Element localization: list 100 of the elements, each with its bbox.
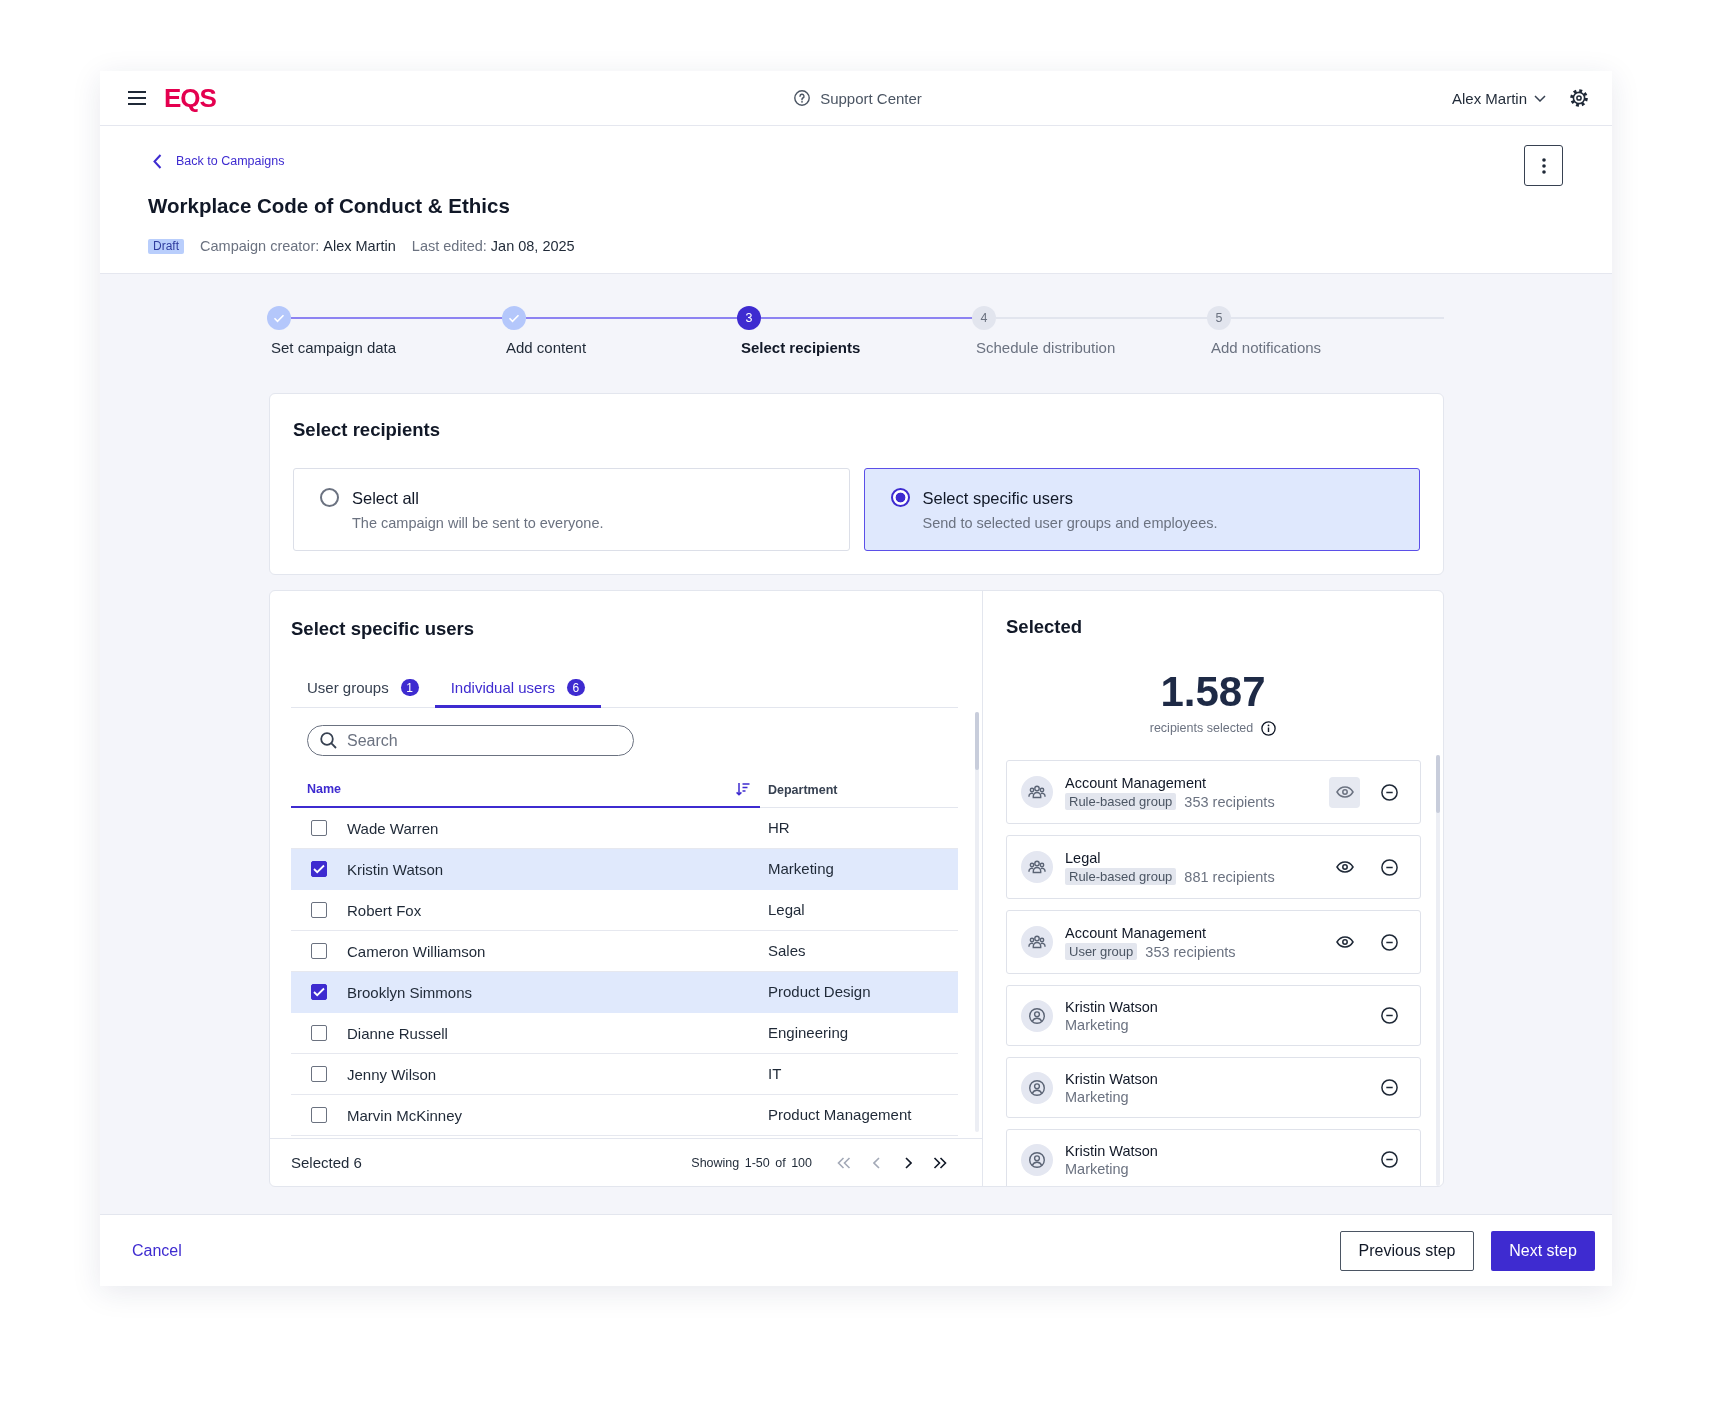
group-avatar-icon — [1021, 926, 1053, 958]
item-department: Marketing — [1065, 1087, 1129, 1106]
remove-button[interactable] — [1381, 1079, 1398, 1096]
table-cell: Kristin Watson — [347, 860, 444, 878]
double-chevron-right-icon[interactable] — [933, 1156, 947, 1169]
section-title: Select specific users — [291, 617, 475, 641]
option-card[interactable]: Select all The campaign will be sent to everyone. — [293, 468, 850, 551]
step-number: 4 — [972, 306, 996, 330]
eye-icon[interactable] — [1335, 936, 1354, 948]
table-cell: Product Management — [768, 1106, 912, 1123]
support-link[interactable]: Support Center — [820, 89, 922, 107]
item-department: Marketing — [1065, 1015, 1129, 1034]
dots-icon[interactable] — [1541, 157, 1546, 174]
cancel-link[interactable]: Cancel — [132, 1241, 182, 1260]
chevron-left-icon[interactable] — [153, 153, 162, 169]
edited-date: Jan 08, 2025 — [490, 238, 575, 254]
checkbox[interactable] — [311, 902, 327, 918]
page-range: Showing 1-50 of 100 — [691, 1155, 812, 1170]
count-badge: 1 — [400, 679, 419, 696]
step-label[interactable]: Add content — [506, 338, 587, 358]
chevron-down-icon[interactable] — [1534, 94, 1546, 102]
user-avatar-icon — [1021, 1143, 1053, 1176]
checkbox[interactable] — [311, 820, 327, 836]
column-header[interactable]: Department — [760, 772, 958, 808]
remove-button[interactable] — [1381, 1151, 1398, 1168]
more-button[interactable] — [1524, 145, 1563, 186]
item-name: Kristin Watson — [1065, 1141, 1158, 1160]
next-step-button[interactable]: Next step — [1491, 1230, 1595, 1271]
remove-button[interactable] — [1381, 783, 1398, 801]
table-cell: IT — [768, 1065, 782, 1082]
menu-icon[interactable] — [128, 91, 146, 105]
edited-label: Last edited: — [411, 238, 487, 254]
option-description: The campaign will be sent to everyone. — [352, 514, 604, 533]
checkbox[interactable] — [311, 984, 327, 1000]
checkbox[interactable] — [311, 1107, 327, 1123]
recipient-count: 353 recipients — [1145, 943, 1236, 960]
radio-button[interactable] — [320, 488, 339, 507]
checkbox[interactable] — [311, 943, 327, 959]
section-title: Select recipients — [293, 418, 441, 442]
checkbox[interactable] — [311, 1025, 327, 1041]
logo[interactable]: EQS — [164, 85, 216, 111]
creator-label: Campaign creator: — [200, 238, 320, 254]
chevron-right-icon[interactable] — [904, 1156, 912, 1169]
item-name: Legal — [1065, 849, 1101, 867]
search-field[interactable]: Search — [307, 725, 634, 756]
table-row[interactable]: Brooklyn Simmons Product Design — [291, 972, 958, 1013]
step-label[interactable]: Add notifications — [1211, 338, 1322, 358]
eye-icon[interactable] — [1335, 861, 1354, 873]
table-cell: Engineering — [768, 1024, 849, 1041]
table-cell: Product Design — [768, 983, 871, 1000]
page-title: Workplace Code of Conduct & Ethics — [148, 193, 510, 219]
tab[interactable]: Individual users 6 — [434, 668, 601, 708]
item-name: Account Management — [1065, 924, 1207, 942]
remove-button[interactable] — [1381, 858, 1398, 876]
option-card[interactable]: Select specific users Send to selected user groups and employees. — [863, 468, 1420, 551]
table-row[interactable]: Jenny Wilson IT — [291, 1054, 958, 1095]
table-row[interactable]: Dianne Russell Engineering — [291, 1013, 958, 1054]
checkbox[interactable] — [311, 861, 327, 877]
radio-button[interactable] — [890, 488, 910, 507]
help-icon — [794, 90, 811, 106]
info-icon[interactable] — [1261, 720, 1277, 736]
creator-name: Alex Martin — [323, 238, 396, 254]
previous-step-button[interactable]: Previous step — [1340, 1230, 1474, 1271]
step-label[interactable]: Schedule distribution — [976, 338, 1116, 358]
remove-button[interactable] — [1381, 933, 1398, 951]
checkbox[interactable] — [311, 1066, 327, 1082]
back-link[interactable]: Back to Campaigns — [148, 152, 285, 170]
item-department: Marketing — [1065, 1159, 1129, 1178]
tab[interactable]: User groups 1 — [291, 668, 435, 708]
table-cell: Marvin McKinney — [347, 1106, 463, 1124]
selected-count: Selected 6 — [291, 1154, 362, 1171]
option-title: Select all — [352, 488, 419, 509]
group-type-tag: User group — [1065, 943, 1138, 960]
table-cell: Brooklyn Simmons — [347, 983, 473, 1001]
settings-icon[interactable] — [1570, 89, 1588, 107]
group-avatar-icon — [1021, 776, 1053, 808]
group-avatar-icon — [1021, 851, 1053, 883]
step-label[interactable]: Select recipients — [741, 338, 861, 358]
column-header[interactable]: Name — [291, 772, 760, 808]
table-row[interactable]: Robert Fox Legal — [291, 890, 958, 931]
table-row[interactable]: Marvin McKinney Product Management — [291, 1095, 958, 1136]
table-row[interactable]: Kristin Watson Marketing — [291, 849, 958, 890]
status-badge: Draft — [148, 238, 184, 254]
user-name[interactable]: Alex Martin — [1451, 89, 1527, 107]
section-title: Selected — [1006, 615, 1083, 639]
table-cell: Dianne Russell — [347, 1024, 448, 1042]
table-cell: Sales — [768, 942, 806, 959]
sort-icon[interactable] — [736, 782, 750, 796]
scrollbar-thumb[interactable] — [1436, 755, 1440, 813]
table-cell: HR — [768, 819, 790, 836]
recipient-count: 881 recipients — [1184, 868, 1275, 885]
user-avatar-icon — [1021, 999, 1053, 1032]
count-badge: 6 — [566, 679, 585, 696]
item-name: Kristin Watson — [1065, 1069, 1158, 1088]
remove-button[interactable] — [1381, 1007, 1398, 1024]
step-number: 3 — [737, 306, 761, 330]
step-label[interactable]: Set campaign data — [271, 338, 397, 358]
option-title: Select specific users — [922, 488, 1073, 509]
scrollbar-thumb[interactable] — [975, 712, 979, 770]
step-number: 5 — [1207, 306, 1231, 330]
